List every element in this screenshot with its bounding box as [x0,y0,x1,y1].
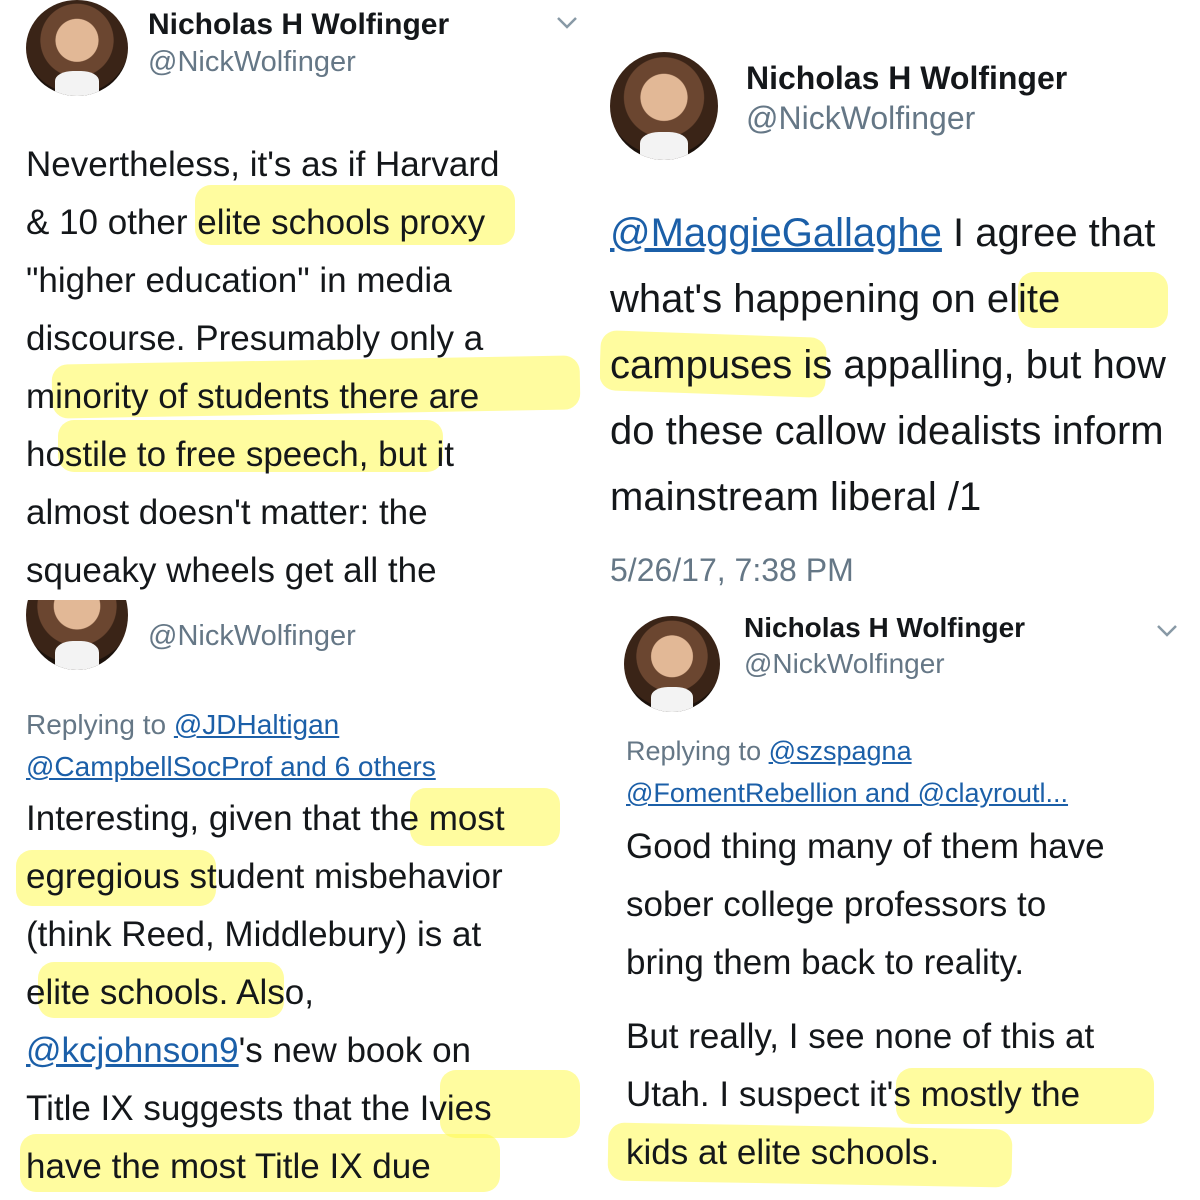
display-name[interactable]: Nicholas H Wolfinger [148,8,449,42]
tweet-line: "higher education" in media [26,261,452,300]
reply-user-link[interactable]: @szspagna [769,736,912,766]
avatar[interactable] [610,52,718,160]
tweet-line: sober college professors to [626,885,1047,924]
tweet-line: & 10 other elite schools proxy [26,203,486,242]
tweet-line: kids at elite schools. [626,1133,940,1172]
tweet-line: squeaky wheels get all the [26,551,437,590]
tweet-line: discourse. Presumably only a [26,319,484,358]
tweet-line: minority of students there are [26,377,480,416]
tweet-line: I agree that [941,211,1156,255]
tweet-line: Nevertheless, it's as if Harvard [26,145,500,184]
tweet-line: have the most Title IX due [26,1147,431,1186]
tweet-line: Interesting, given that the most [26,799,505,838]
tweet-line: bring them back to reality. [626,943,1025,982]
tweet-line: egregious student misbehavior [26,857,503,896]
tweet-text: @MaggieGallaghe I agree that what's happ… [610,200,1166,530]
tweet-text: Interesting, given that the most egregio… [26,790,505,1196]
handle[interactable]: @NickWolfinger [148,620,356,653]
tweet-line: Good thing many of them have [626,827,1105,866]
tweet-top-right: Nicholas H Wolfinger @NickWolfinger @Mag… [600,0,1200,600]
reply-others-link[interactable]: @FomentRebellion and @clayroutl... [626,778,1068,808]
tweet-line: do these callow idealists inform [610,409,1164,453]
tweet-line: Utah. I suspect it's mostly the [626,1075,1081,1114]
handle[interactable]: @NickWolfinger [744,648,945,680]
tweet-line: almost doesn't matter: the [26,493,428,532]
tweet-line: elite schools. Also, [26,973,314,1012]
replying-to: Replying to @szspagna @FomentRebellion a… [626,730,1068,814]
tweet-line: campuses is appalling, but how [610,343,1166,387]
mention-link[interactable]: @kcjohnson9 [26,1031,239,1070]
reply-user-link[interactable]: @JDHaltigan [174,709,339,740]
handle[interactable]: @NickWolfinger [746,100,975,137]
mention-link[interactable]: @MaggieGallaghe [610,211,942,255]
tweet-line: mainstream liberal /1 [610,475,982,519]
tweet-line: But really, I see none of this at [626,1017,1095,1056]
tweet-text: But really, I see none of this at Utah. … [626,1008,1094,1182]
tweet-text: Nevertheless, it's as if Harvard & 10 ot… [26,136,500,592]
replying-to: Replying to @JDHaltigan @CampbellSocProf… [26,704,436,788]
avatar[interactable] [624,616,720,712]
replying-label: Replying to [626,736,769,766]
tweet-line: Title IX suggests that the Ivies [26,1089,492,1128]
avatar[interactable] [26,600,128,670]
replying-label: Replying to [26,709,174,740]
tweet-top-left: Nicholas H Wolfinger @NickWolfinger Neve… [0,0,592,592]
timestamp[interactable]: 5/26/17, 7:38 PM [610,552,854,589]
tweet-bottom-left: @NickWolfinger Replying to @JDHaltigan @… [0,600,592,1200]
avatar[interactable] [26,0,128,96]
chevron-down-icon[interactable] [556,16,578,35]
tweet-text: Good thing many of them have sober colle… [626,818,1105,992]
tweet-line: 's new book on [238,1031,471,1070]
tweet-bottom-right: Nicholas H Wolfinger @NickWolfinger Repl… [600,600,1200,1200]
collage-divider [0,592,592,600]
display-name[interactable]: Nicholas H Wolfinger [744,612,1025,644]
display-name[interactable]: Nicholas H Wolfinger [746,60,1067,97]
chevron-down-icon[interactable] [1156,624,1178,643]
collage-divider [592,0,600,1200]
handle[interactable]: @NickWolfinger [148,46,356,79]
tweet-line: what's happening on elite [610,277,1061,321]
reply-others-link[interactable]: @CampbellSocProf and 6 others [26,751,436,782]
tweet-line: hostile to free speech, but it [26,435,455,474]
tweet-line: (think Reed, Middlebury) is at [26,915,482,954]
